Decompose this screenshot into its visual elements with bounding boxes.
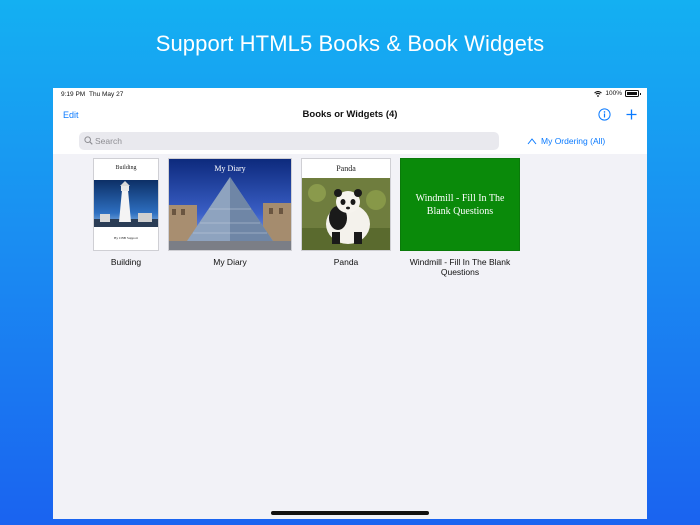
- book-cover: My Diary: [168, 158, 292, 251]
- search-box[interactable]: [79, 132, 499, 150]
- ordering-button[interactable]: My Ordering (All): [527, 136, 605, 146]
- book-label: Windmill - Fill In The Blank Questions: [409, 257, 511, 277]
- book-item-windmill[interactable]: Windmill - Fill In The Blank Questions W…: [400, 158, 520, 283]
- cover-title: Windmill - Fill In The Blank Questions: [415, 193, 505, 217]
- wifi-icon: [594, 90, 603, 97]
- search-input[interactable]: [95, 132, 490, 150]
- book-label: My Diary: [213, 257, 247, 267]
- status-date: Thu May 27: [89, 91, 124, 98]
- home-indicator[interactable]: [271, 511, 429, 515]
- battery-percent: 100%: [605, 90, 622, 97]
- book-label: Building: [110, 257, 142, 267]
- cover-title: My Diary: [214, 164, 246, 173]
- book-cover: Windmill - Fill In The Blank Questions: [400, 158, 520, 251]
- status-bar: 9:19 PM Thu May 27 100%: [53, 88, 647, 102]
- add-icon[interactable]: [625, 108, 638, 121]
- book-item-building[interactable]: Building By CBB Support Building: [91, 158, 159, 273]
- book-item-my-diary[interactable]: My Diary My Diary: [168, 158, 292, 273]
- search-icon: [84, 136, 93, 145]
- triangle-icon: [527, 137, 537, 144]
- cover-title: Panda: [336, 164, 356, 173]
- banner-headline: Support HTML5 Books & Book Widgets: [155, 31, 545, 56]
- battery-icon: [625, 90, 641, 97]
- info-icon[interactable]: [598, 108, 611, 121]
- search-row: My Ordering (All): [53, 130, 647, 154]
- status-indicators: 100%: [594, 90, 641, 97]
- cover-byline: By CBB Support: [114, 236, 138, 240]
- book-item-panda[interactable]: Panda Panda: [301, 158, 391, 273]
- navigation-bar: Edit Books or Widgets (4): [53, 102, 647, 131]
- book-cover: Building By CBB Support: [93, 158, 159, 251]
- status-time: 9:19 PM: [61, 91, 86, 98]
- panda-image: [302, 178, 390, 250]
- ordering-label: My Ordering (All): [541, 136, 606, 146]
- lighthouse-image: [94, 180, 158, 227]
- book-label: Panda: [333, 257, 359, 267]
- cover-title: Building: [115, 165, 137, 171]
- book-cover: Panda: [301, 158, 391, 251]
- page-title: Books or Widgets (4): [302, 109, 398, 120]
- ipad-screen: 9:19 PM Thu May 27 100% Edit Books or Wi…: [53, 88, 647, 519]
